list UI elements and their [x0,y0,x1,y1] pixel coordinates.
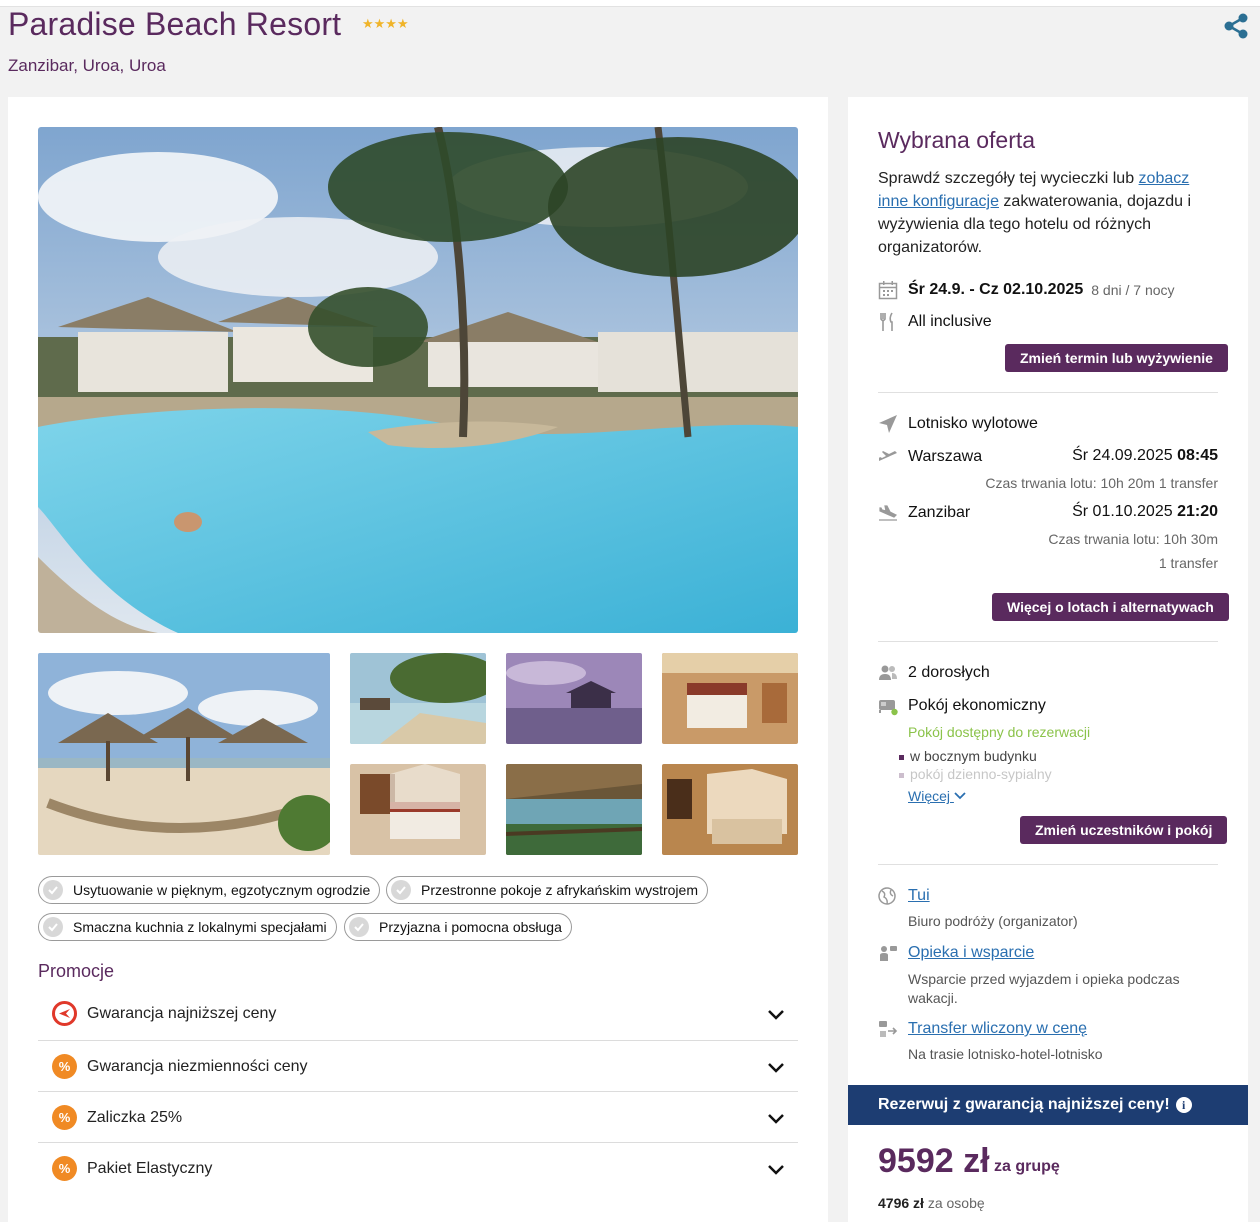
bed-icon [879,700,898,716]
info-icon[interactable]: i [1175,1097,1192,1113]
room-availability: Pokój dostępny do rezerwacji [908,724,1091,740]
offer-description: Sprawdź szczegóły tej wycieczki lub zoba… [878,170,1192,256]
room-feature: pokój dzienno-sypialny [899,766,1052,782]
chevron-down-icon[interactable] [766,1108,786,1128]
outbound-flight-row: Warszawa [878,447,982,467]
feature-label: Przyjazna i pomocna obsługa [379,919,562,935]
room-type-row: Pokój ekonomiczny [878,696,1046,716]
hotel-location: Zanzibar, Uroa, Uroa [8,56,166,75]
price-unit: za grupę [994,1158,1060,1175]
transfer-link[interactable]: Transfer wliczony w cenę [908,1020,1087,1038]
divider [878,641,1218,642]
check-icon [391,880,411,900]
feature-label: Przestronne pokoje z afrykańskim wystroj… [421,882,698,898]
thumb-bedroom-2[interactable] [350,764,486,855]
more-room-link[interactable]: Więcej [908,788,966,804]
support-desc: Wsparcie przed wyjazdem i opieka podczas… [908,971,1180,1006]
share-icon[interactable] [1222,12,1250,40]
dates-row: Śr 24.9. - Cz 02.10.2025 8 dni / 7 nocy [878,280,1175,300]
feature-chip: Przestronne pokoje z afrykańskim wystroj… [386,876,708,904]
feature-chip: Smaczna kuchnia z lokalnymi specjałami [38,913,337,941]
board-row: All inclusive [878,312,992,332]
promo-row-flex-package[interactable]: % Pakiet Elastyczny [38,1143,798,1194]
percent-icon: % [52,1054,77,1079]
support-icon [880,946,897,961]
chevron-down-icon[interactable] [766,1159,786,1179]
outbound-datetime: Śr 24.09.2025 08:45 [1072,447,1218,464]
gallery-card: Usytuowanie w pięknym, egzotycznym ogrod… [8,97,828,1222]
organizer-row: Tui [878,886,930,906]
check-icon [43,880,63,900]
thumb-terrace[interactable] [506,764,642,855]
thumb-bedroom-3[interactable] [662,764,798,855]
check-icon [349,917,369,937]
total-price: 9592 zł [878,1142,990,1180]
transfer-icon [879,1021,898,1037]
chevron-down-icon[interactable] [766,1057,786,1077]
return-info: Czas trwania lotu: 10h 30m [1048,531,1218,547]
plane-landing-icon [879,505,898,521]
guests-row: 2 dorosłych [878,663,990,683]
promo-row-lowest-price[interactable]: Gwarancja najniższej ceny [38,988,798,1039]
feature-chip: Usytuowanie w pięknym, egzotycznym ogrod… [38,876,381,904]
support-row: Opieka i wsparcie [878,943,1034,963]
feature-label: Usytuowanie w pięknym, egzotycznym ogrod… [73,882,371,898]
globe-icon [878,887,896,905]
percent-icon: % [52,1156,77,1181]
room-feature: w bocznym budynku [899,748,1037,764]
hotel-name: Paradise Beach Resort [8,6,342,42]
thumb-palm-beach[interactable] [350,653,486,744]
best-price-banner: Rezerwuj z gwarancją najniższej ceny! i [848,1085,1248,1125]
offer-card: Wybrana oferta Sprawdź szczegóły tej wyc… [848,97,1248,1222]
per-person-price: 4796 zł za osobę [878,1195,985,1211]
return-flight-row: Zanzibar [878,503,970,523]
price-guarantee-icon [52,1001,77,1026]
calendar-icon [878,281,898,300]
thumb-bedroom-1[interactable] [662,653,798,744]
thumb-beach-hammock[interactable] [38,653,330,855]
return-transfer: 1 transfer [1158,555,1218,571]
change-participants-button[interactable]: Zmień uczestników i pokój [1020,816,1228,844]
promo-row-deposit[interactable]: % Zaliczka 25% [38,1092,798,1143]
feature-chip: Przyjazna i pomocna obsługa [344,913,572,941]
cutlery-icon [880,312,893,331]
change-term-button[interactable]: Zmień termin lub wyżywienie [1005,344,1228,372]
check-icon [43,917,63,937]
transfer-desc: Na trasie lotnisko-hotel-lotnisko [908,1046,1103,1062]
transfer-row: Transfer wliczony w cenę [878,1019,1087,1039]
support-link[interactable]: Opieka i wsparcie [908,944,1034,962]
navigation-arrow-icon [879,415,897,433]
feature-label: Smaczna kuchnia z lokalnymi specjałami [73,919,327,935]
organizer-desc: Biuro podróży (organizator) [908,913,1078,929]
plane-takeoff-icon [879,451,897,461]
hotel-stars: ★★★★ [362,16,409,31]
return-datetime: Śr 01.10.2025 21:20 [1072,503,1218,520]
thumb-sunset-pier[interactable] [506,653,642,744]
chevron-down-icon [954,792,966,800]
promotions-title: Promocje [38,961,115,981]
organizer-link[interactable]: Tui [908,887,930,905]
divider [878,864,1218,865]
main-photo-pool[interactable] [38,127,798,633]
more-flights-button[interactable]: Więcej o lotach i alternatywach [992,593,1229,621]
chevron-down-icon[interactable] [766,1004,786,1024]
people-icon [879,665,897,680]
outbound-info: Czas trwania lotu: 10h 20m 1 transfer [985,475,1218,491]
offer-title: Wybrana oferta [878,127,1036,153]
divider [878,392,1218,393]
percent-icon: % [52,1105,77,1130]
departure-airport-row: Lotnisko wylotowe [878,414,1038,434]
promo-row-price-stability[interactable]: % Gwarancja niezmienności ceny [38,1041,798,1092]
